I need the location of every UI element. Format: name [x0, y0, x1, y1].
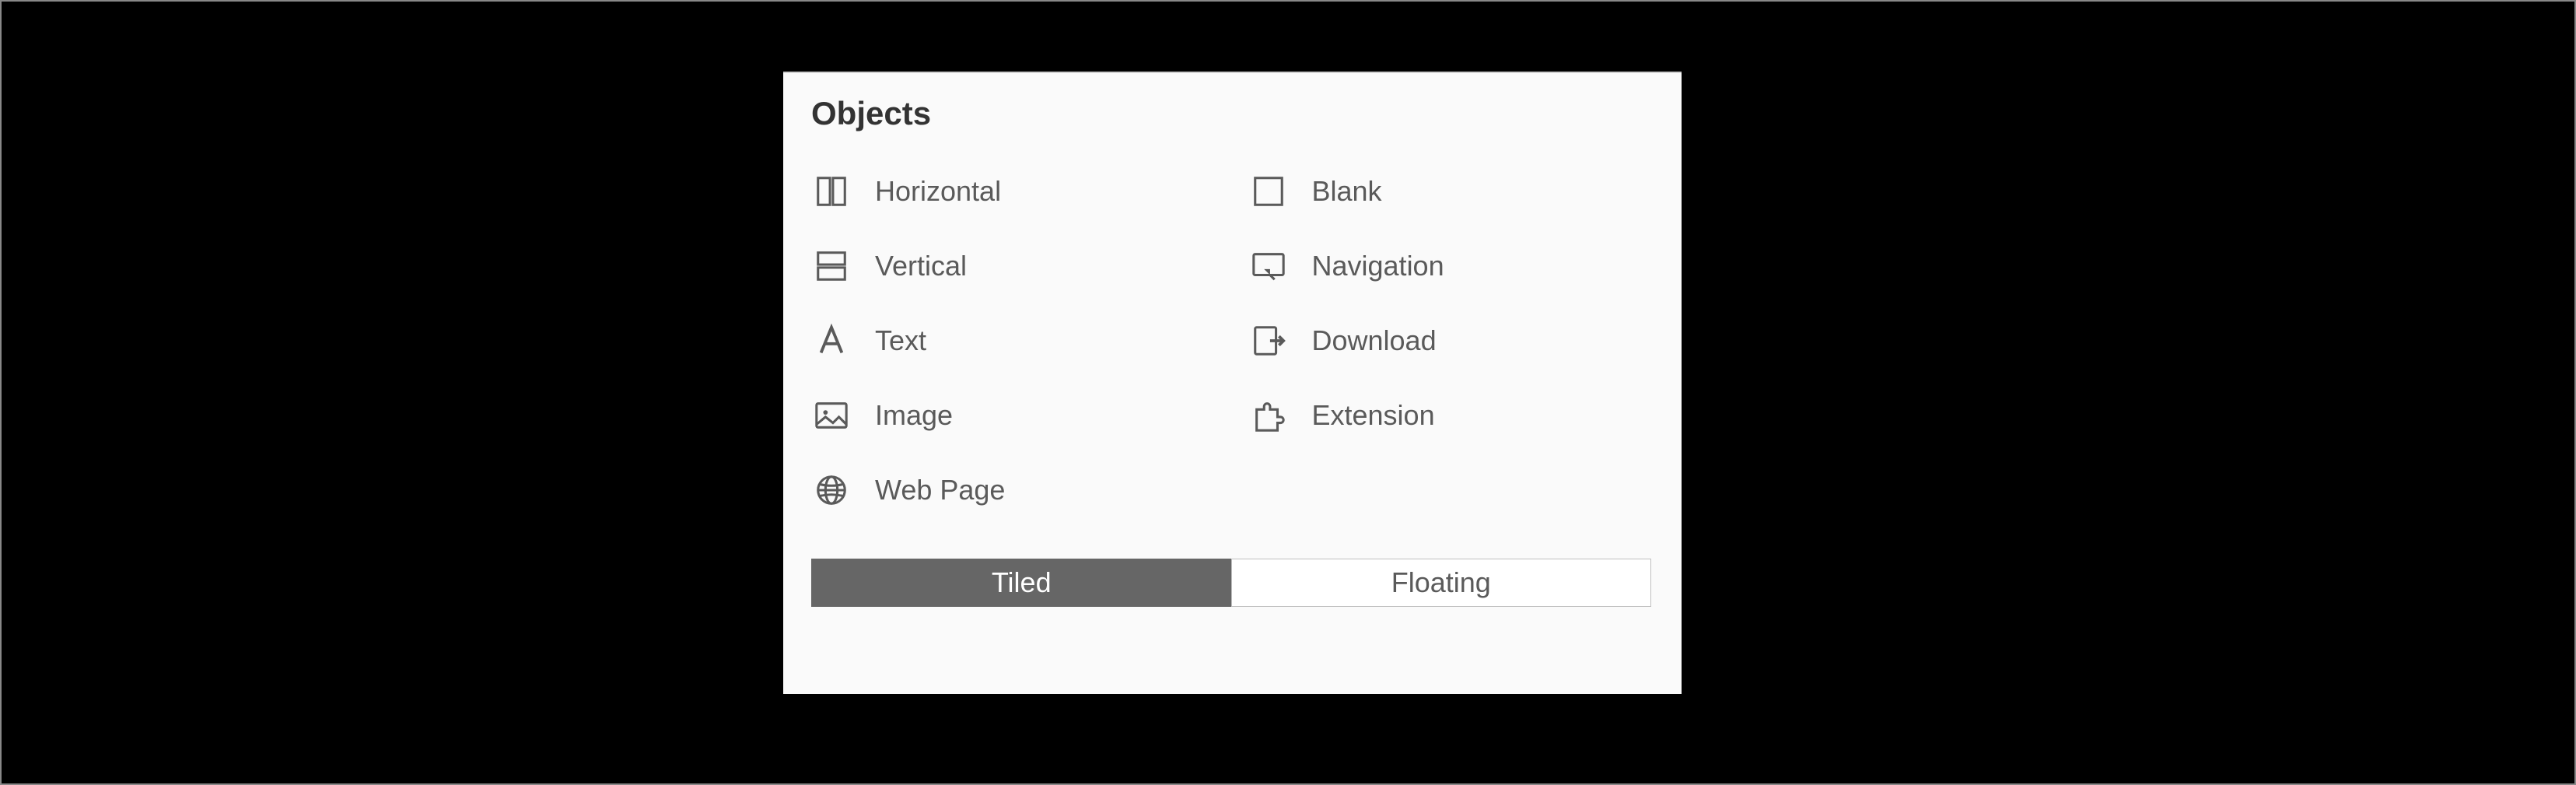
object-label: Image [875, 399, 953, 432]
object-download[interactable]: Download [1248, 303, 1654, 378]
object-label: Text [875, 324, 926, 357]
floating-toggle-button[interactable]: Floating [1231, 559, 1652, 607]
object-extension[interactable]: Extension [1248, 378, 1654, 453]
object-label: Extension [1312, 399, 1435, 432]
object-label: Vertical [875, 250, 967, 282]
vertical-container-icon [811, 246, 852, 286]
image-icon [811, 395, 852, 436]
tiled-label: Tiled [992, 566, 1052, 599]
object-image[interactable]: Image [811, 378, 1217, 453]
object-label: Navigation [1312, 250, 1444, 282]
objects-grid: Horizontal Blank Vertical [811, 154, 1654, 527]
blank-icon [1248, 171, 1289, 212]
object-webpage[interactable]: Web Page [811, 453, 1217, 527]
object-text[interactable]: Text [811, 303, 1217, 378]
object-label: Web Page [875, 474, 1005, 506]
object-blank[interactable]: Blank [1248, 154, 1654, 229]
object-horizontal[interactable]: Horizontal [811, 154, 1217, 229]
text-icon [811, 321, 852, 361]
tiled-toggle-button[interactable]: Tiled [811, 559, 1231, 607]
download-icon [1248, 321, 1289, 361]
extension-icon [1248, 395, 1289, 436]
webpage-icon [811, 470, 852, 510]
objects-panel-title: Objects [811, 95, 1654, 132]
floating-label: Floating [1391, 566, 1491, 599]
object-navigation[interactable]: Navigation [1248, 229, 1654, 303]
object-label: Download [1312, 324, 1437, 357]
object-vertical[interactable]: Vertical [811, 229, 1217, 303]
layout-toggle: Tiled Floating [811, 559, 1651, 607]
object-label: Horizontal [875, 175, 1001, 208]
navigation-icon [1248, 246, 1289, 286]
horizontal-container-icon [811, 171, 852, 212]
objects-panel: Objects Horizontal Blank [783, 72, 1682, 694]
object-label: Blank [1312, 175, 1382, 208]
